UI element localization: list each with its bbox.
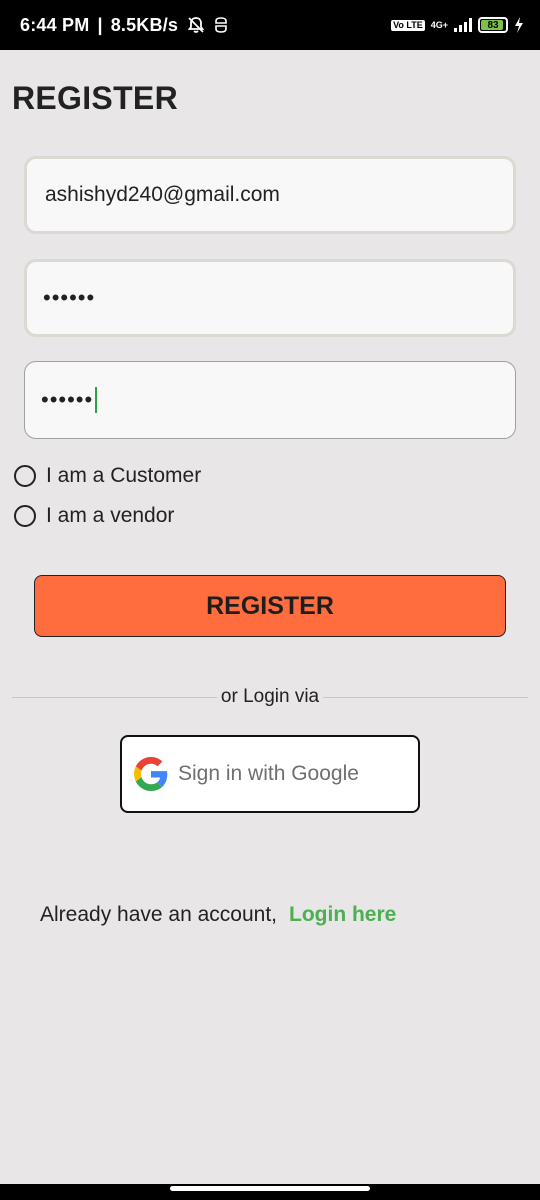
page-title: REGISTER (12, 80, 178, 116)
google-sign-in-button[interactable]: Sign in with Google (120, 735, 420, 813)
status-left: 6:44 PM | 8.5KB/s (20, 0, 228, 50)
register-button[interactable]: REGISTER (34, 575, 506, 637)
app-notification-icon (215, 17, 227, 33)
home-gesture-handle[interactable] (170, 1186, 370, 1191)
status-speed: 8.5KB/s (110, 14, 179, 35)
divider-line-right (323, 696, 529, 698)
status-separator: | (97, 14, 103, 35)
google-button-label: Sign in with Google (178, 762, 359, 785)
text-cursor (95, 387, 98, 413)
bell-muted-icon (187, 17, 205, 33)
login-prompt-text: Already have an account, (40, 903, 277, 926)
password-value: •••••• (43, 285, 96, 310)
radio-vendor[interactable]: I am a vendor (14, 504, 174, 528)
charging-icon (515, 17, 523, 33)
radio-unchecked-icon[interactable] (14, 465, 36, 487)
status-time: 6:44 PM (20, 14, 90, 35)
battery-level: 83 (487, 19, 499, 31)
confirm-password-field[interactable]: •••••• (24, 361, 516, 439)
email-input[interactable] (43, 182, 513, 208)
radio-vendor-label: I am a vendor (46, 504, 175, 527)
status-right: Vo LTE 4G+ 83 (391, 0, 524, 50)
network-type: 4G+ (430, 19, 448, 30)
radio-customer-label: I am a Customer (46, 464, 202, 487)
signal-icon (454, 18, 472, 32)
google-logo-icon (134, 757, 168, 791)
login-here-link[interactable]: Login here (289, 903, 396, 927)
status-bar: 6:44 PM | 8.5KB/s Vo LTE 4G+ 83 (0, 0, 540, 50)
radio-customer[interactable]: I am a Customer (14, 464, 201, 488)
volte-badge: Vo LTE (391, 19, 425, 31)
login-prompt: Already have an account, Login here (40, 903, 396, 927)
confirm-password-value: •••••• (41, 387, 94, 412)
battery-icon: 83 (478, 17, 508, 33)
divider-line-left (12, 696, 217, 698)
password-field[interactable]: •••••• (24, 259, 516, 337)
email-field[interactable] (24, 156, 516, 234)
divider-text: or Login via (220, 686, 320, 707)
radio-unchecked-icon[interactable] (14, 505, 36, 527)
login-divider: or Login via (12, 684, 529, 710)
